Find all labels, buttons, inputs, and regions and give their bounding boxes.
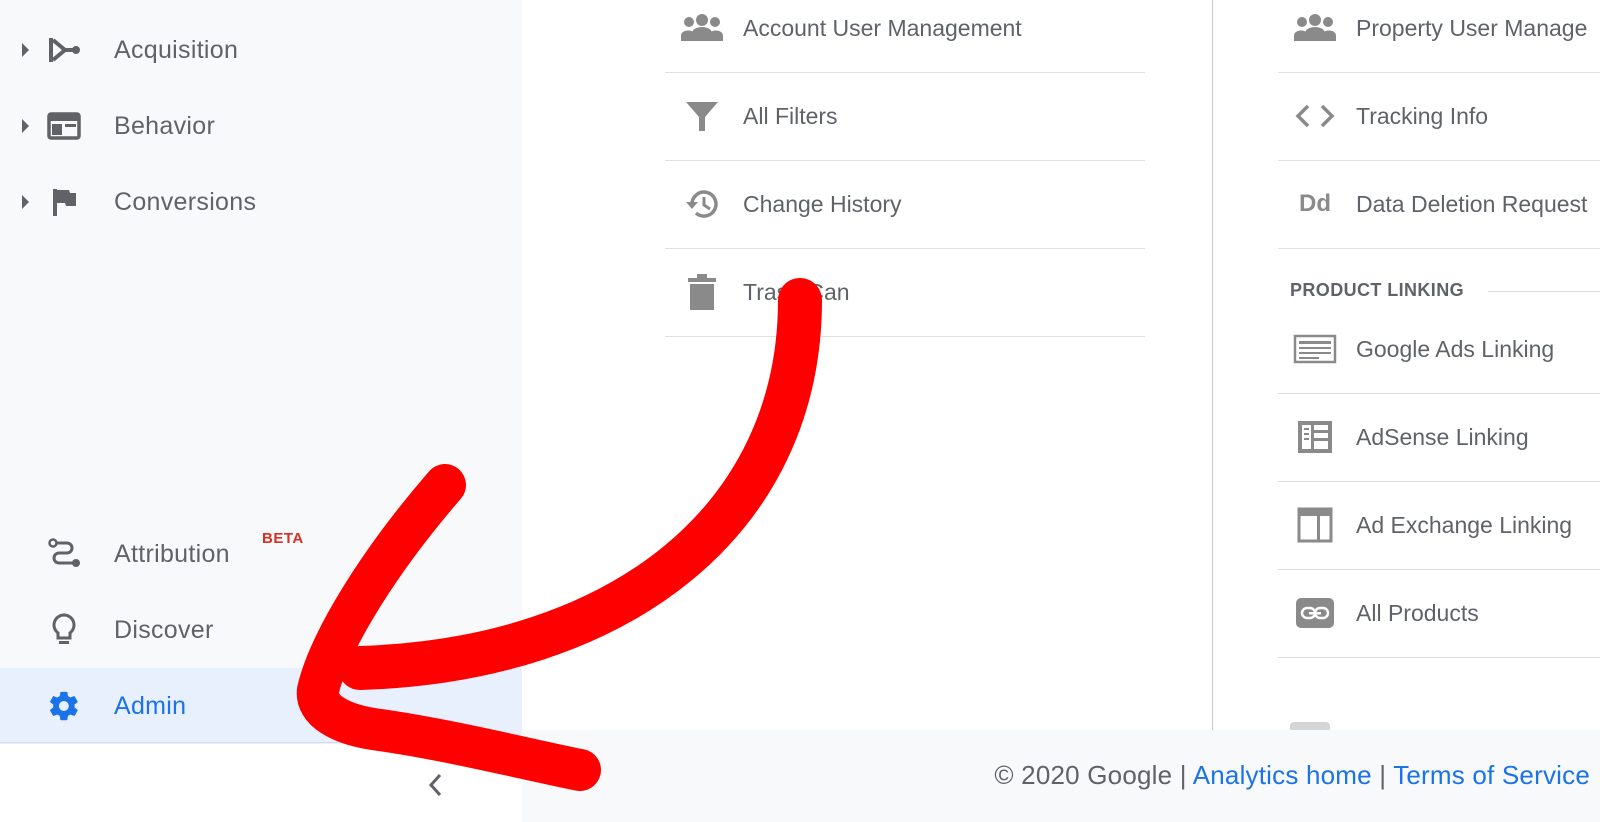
trash-icon — [679, 272, 725, 312]
users-icon — [679, 8, 725, 48]
sidebar-item-conversions[interactable]: Conversions — [0, 164, 522, 240]
change-history-link[interactable]: Change History — [665, 160, 1145, 249]
sidebar-item-label: Attribution — [114, 539, 230, 568]
row-label: Data Deletion Request — [1356, 190, 1588, 217]
row-label: Trash Can — [743, 278, 850, 305]
sidebar: Acquisition Behavior Conversions Attribu… — [0, 0, 522, 744]
sidebar-item-label: Behavior — [114, 111, 216, 140]
footer-links: © 2020 Google | Analytics home | Terms o… — [994, 760, 1590, 791]
expand-caret-icon[interactable] — [22, 43, 29, 57]
attribution-icon — [46, 537, 82, 571]
chevron-left-icon — [428, 773, 442, 797]
row-label: Change History — [743, 190, 902, 217]
flag-icon — [46, 185, 82, 219]
behavior-icon — [46, 109, 82, 143]
sidebar-item-behavior[interactable]: Behavior — [0, 88, 522, 164]
link-icon — [1292, 593, 1338, 633]
ad-exchange-linking-link[interactable]: Ad Exchange Linking — [1278, 481, 1600, 570]
footer: © 2020 Google | Analytics home | Terms o… — [522, 730, 1600, 822]
expand-caret-icon[interactable] — [22, 195, 29, 209]
footer-separator: | — [1179, 760, 1187, 790]
filter-icon — [679, 96, 725, 136]
column-divider — [1212, 0, 1213, 730]
row-label: Account User Management — [743, 14, 1022, 41]
google-ads-icon — [1292, 329, 1338, 369]
data-deletion-requests-link[interactable]: Dd Data Deletion Request — [1278, 160, 1600, 249]
tracking-info-link[interactable]: Tracking Info — [1278, 72, 1600, 161]
sidebar-item-attribution[interactable]: Attribution BETA — [0, 516, 522, 592]
gear-icon — [46, 689, 82, 723]
product-linking-header: PRODUCT LINKING — [1290, 280, 1464, 300]
sidebar-item-acquisition[interactable]: Acquisition — [0, 12, 522, 88]
trash-can-link[interactable]: Trash Can — [665, 248, 1145, 337]
row-label: Tracking Info — [1356, 102, 1489, 129]
section-divider — [1488, 291, 1600, 292]
google-ads-linking-link[interactable]: Google Ads Linking — [1278, 305, 1600, 394]
code-icon — [1292, 96, 1338, 136]
row-label: Property User Manage — [1356, 14, 1588, 41]
data-deletion-icon: Dd — [1299, 190, 1331, 217]
beta-badge: BETA — [262, 530, 304, 547]
sidebar-item-discover[interactable]: Discover — [0, 592, 522, 668]
analytics-home-link[interactable]: Analytics home — [1193, 760, 1372, 790]
row-label: All Filters — [743, 102, 838, 129]
sidebar-item-label: Conversions — [114, 187, 257, 216]
property-user-management-link[interactable]: Property User Manage — [1278, 0, 1600, 73]
sidebar-item-label: Acquisition — [114, 35, 239, 64]
adsense-linking-link[interactable]: AdSense Linking — [1278, 393, 1600, 482]
acquisition-icon — [46, 33, 82, 67]
all-filters-link[interactable]: All Filters — [665, 72, 1145, 161]
history-icon — [679, 184, 725, 224]
collapse-sidebar-button[interactable] — [420, 770, 450, 800]
terms-of-service-link[interactable]: Terms of Service — [1393, 760, 1590, 790]
adsense-icon — [1292, 417, 1338, 457]
row-label: Google Ads Linking — [1356, 335, 1555, 362]
ad-exchange-icon — [1292, 505, 1338, 545]
users-icon — [1292, 8, 1338, 48]
row-label: All Products — [1356, 599, 1479, 626]
footer-separator: | — [1379, 760, 1387, 790]
all-products-link[interactable]: All Products — [1278, 569, 1600, 658]
sidebar-item-admin[interactable]: Admin — [0, 668, 522, 744]
expand-caret-icon[interactable] — [22, 119, 29, 133]
row-label: Ad Exchange Linking — [1356, 511, 1573, 538]
lightbulb-icon — [46, 613, 82, 647]
account-user-management-link[interactable]: Account User Management — [665, 0, 1145, 73]
sidebar-item-label: Discover — [114, 615, 214, 644]
copyright-text: © 2020 Google — [994, 760, 1173, 790]
sidebar-divider — [0, 742, 522, 743]
sidebar-item-label: Admin — [114, 691, 187, 720]
row-label: AdSense Linking — [1356, 423, 1529, 450]
